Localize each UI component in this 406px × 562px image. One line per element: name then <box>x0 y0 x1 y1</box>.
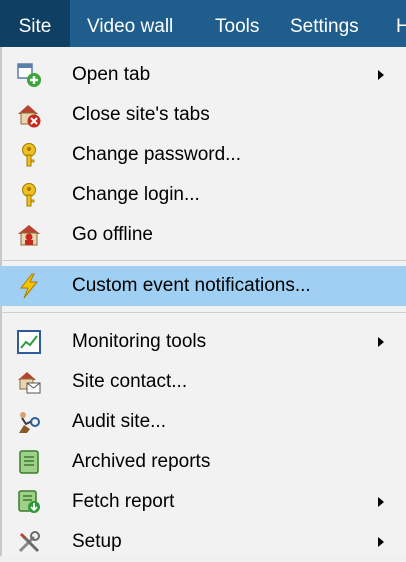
menu-item-archived-reports[interactable]: Archived reports <box>0 442 406 482</box>
menubar-site[interactable]: Site <box>0 0 70 47</box>
menubar: Site Video wall Tools Settings H <box>0 0 406 47</box>
menu-item-setup[interactable]: Setup <box>0 522 406 562</box>
menu-separator <box>0 312 406 313</box>
menu-item-label: Close site's tabs <box>72 104 210 125</box>
submenu-arrow-icon <box>378 497 384 507</box>
menu-item-audit-site[interactable]: Audit site... <box>0 402 406 442</box>
menubar-tools[interactable]: Tools <box>215 0 259 47</box>
menu-item-site-contact[interactable]: Site contact... <box>0 362 406 402</box>
key-icon <box>16 182 42 208</box>
lightning-icon <box>16 273 42 299</box>
submenu-arrow-icon <box>378 537 384 547</box>
menu-item-change-login[interactable]: Change login... <box>0 175 406 215</box>
menu-item-go-offline[interactable]: Go offline <box>0 215 406 255</box>
menu-item-monitoring-tools[interactable]: Monitoring tools <box>0 322 406 362</box>
monitoring-chart-icon <box>16 329 42 355</box>
menu-item-label: Go offline <box>72 224 153 245</box>
menubar-settings[interactable]: Settings <box>290 0 359 47</box>
audit-icon <box>16 409 42 435</box>
open-tab-icon <box>16 62 42 88</box>
menubar-video-wall[interactable]: Video wall <box>87 0 173 47</box>
site-contact-icon <box>16 369 42 395</box>
submenu-arrow-icon <box>378 70 384 80</box>
menu-item-open-tab[interactable]: Open tab <box>0 55 406 95</box>
menu-item-close-site-tabs[interactable]: Close site's tabs <box>0 95 406 135</box>
menu-item-change-password[interactable]: Change password... <box>0 135 406 175</box>
go-offline-icon <box>16 222 42 248</box>
site-menu: Open tab Close site's tabs Change passwo… <box>0 47 406 556</box>
menu-item-label: Fetch report <box>72 491 175 512</box>
menu-separator <box>0 260 406 261</box>
fetch-report-icon <box>16 489 42 515</box>
menu-item-label: Open tab <box>72 64 151 85</box>
menu-item-label: Monitoring tools <box>72 331 207 352</box>
menu-item-label: Custom event notifications... <box>72 275 311 296</box>
menubar-help[interactable]: H <box>396 0 406 47</box>
menu-item-label: Site contact... <box>72 371 188 392</box>
menu-item-label: Change login... <box>72 184 200 205</box>
key-icon <box>16 142 42 168</box>
menu-item-label: Change password... <box>72 144 241 165</box>
setup-tools-icon <box>16 529 42 555</box>
menu-item-fetch-report[interactable]: Fetch report <box>0 482 406 522</box>
menu-item-label: Setup <box>72 531 122 552</box>
menu-item-label: Audit site... <box>72 411 166 432</box>
archived-reports-icon <box>16 449 42 475</box>
close-site-tabs-icon <box>16 102 42 128</box>
menu-item-label: Archived reports <box>72 451 211 472</box>
menu-item-custom-event-notifications[interactable]: Custom event notifications... <box>0 266 406 306</box>
submenu-arrow-icon <box>378 337 384 347</box>
